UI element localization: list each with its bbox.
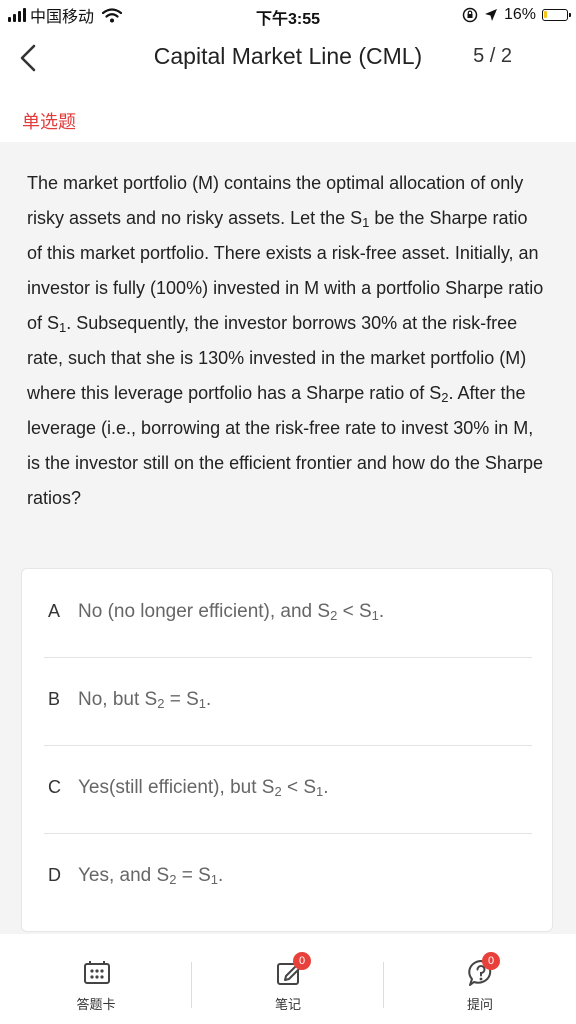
option-a[interactable]: A No (no longer efficient), and S2 < S1. xyxy=(22,569,554,657)
ask-badge: 0 xyxy=(482,952,500,970)
option-text: Yes, and S2 = S1. xyxy=(78,865,224,887)
question-area: The market portfolio (M) contains the op… xyxy=(0,142,576,934)
question-counter: 5 / 2 xyxy=(473,45,512,67)
question-type-header: 单选题 xyxy=(0,98,576,142)
option-c[interactable]: C Yes(still efficient), but S2 < S1. xyxy=(22,745,554,833)
option-text: No, but S2 = S1. xyxy=(78,689,212,711)
notes-label: 笔记 xyxy=(274,997,301,1012)
battery-percent: 16% xyxy=(503,6,536,23)
option-letter: B xyxy=(48,689,61,709)
option-text: Yes(still efficient), but S2 < S1. xyxy=(78,777,329,799)
option-letter: A xyxy=(48,601,61,621)
options-card: A No (no longer efficient), and S2 < S1.… xyxy=(21,568,553,932)
option-letter: D xyxy=(48,865,61,885)
option-d[interactable]: D Yes, and S2 = S1. xyxy=(22,833,554,921)
notes-badge: 0 xyxy=(293,952,311,970)
location-icon xyxy=(484,9,497,21)
ask-tab[interactable]: 0 提问 xyxy=(384,934,576,1024)
option-b[interactable]: B No, but S2 = S1. xyxy=(22,657,554,745)
battery-icon xyxy=(542,9,571,21)
answer-card-label: 答题卡 xyxy=(76,997,116,1012)
bottom-toolbar: 答题卡 0 笔记 0 提问 xyxy=(0,934,576,1024)
question-text: The market portfolio (M) contains the op… xyxy=(27,173,544,508)
answer-card-tab[interactable]: 答题卡 xyxy=(0,934,192,1024)
navigation-bar: Capital Market Line (CML) 5 / 2 xyxy=(0,30,576,86)
ask-label: 提问 xyxy=(466,997,493,1012)
orientation-lock-icon xyxy=(462,7,478,23)
status-bar: 中国移动 下午3:55 16% xyxy=(0,0,576,30)
option-letter: C xyxy=(48,777,61,797)
answer-card-icon xyxy=(84,961,110,984)
option-text: No (no longer efficient), and S2 < S1. xyxy=(78,601,385,623)
notes-tab[interactable]: 0 笔记 xyxy=(192,934,384,1024)
question-type-label: 单选题 xyxy=(22,112,76,132)
